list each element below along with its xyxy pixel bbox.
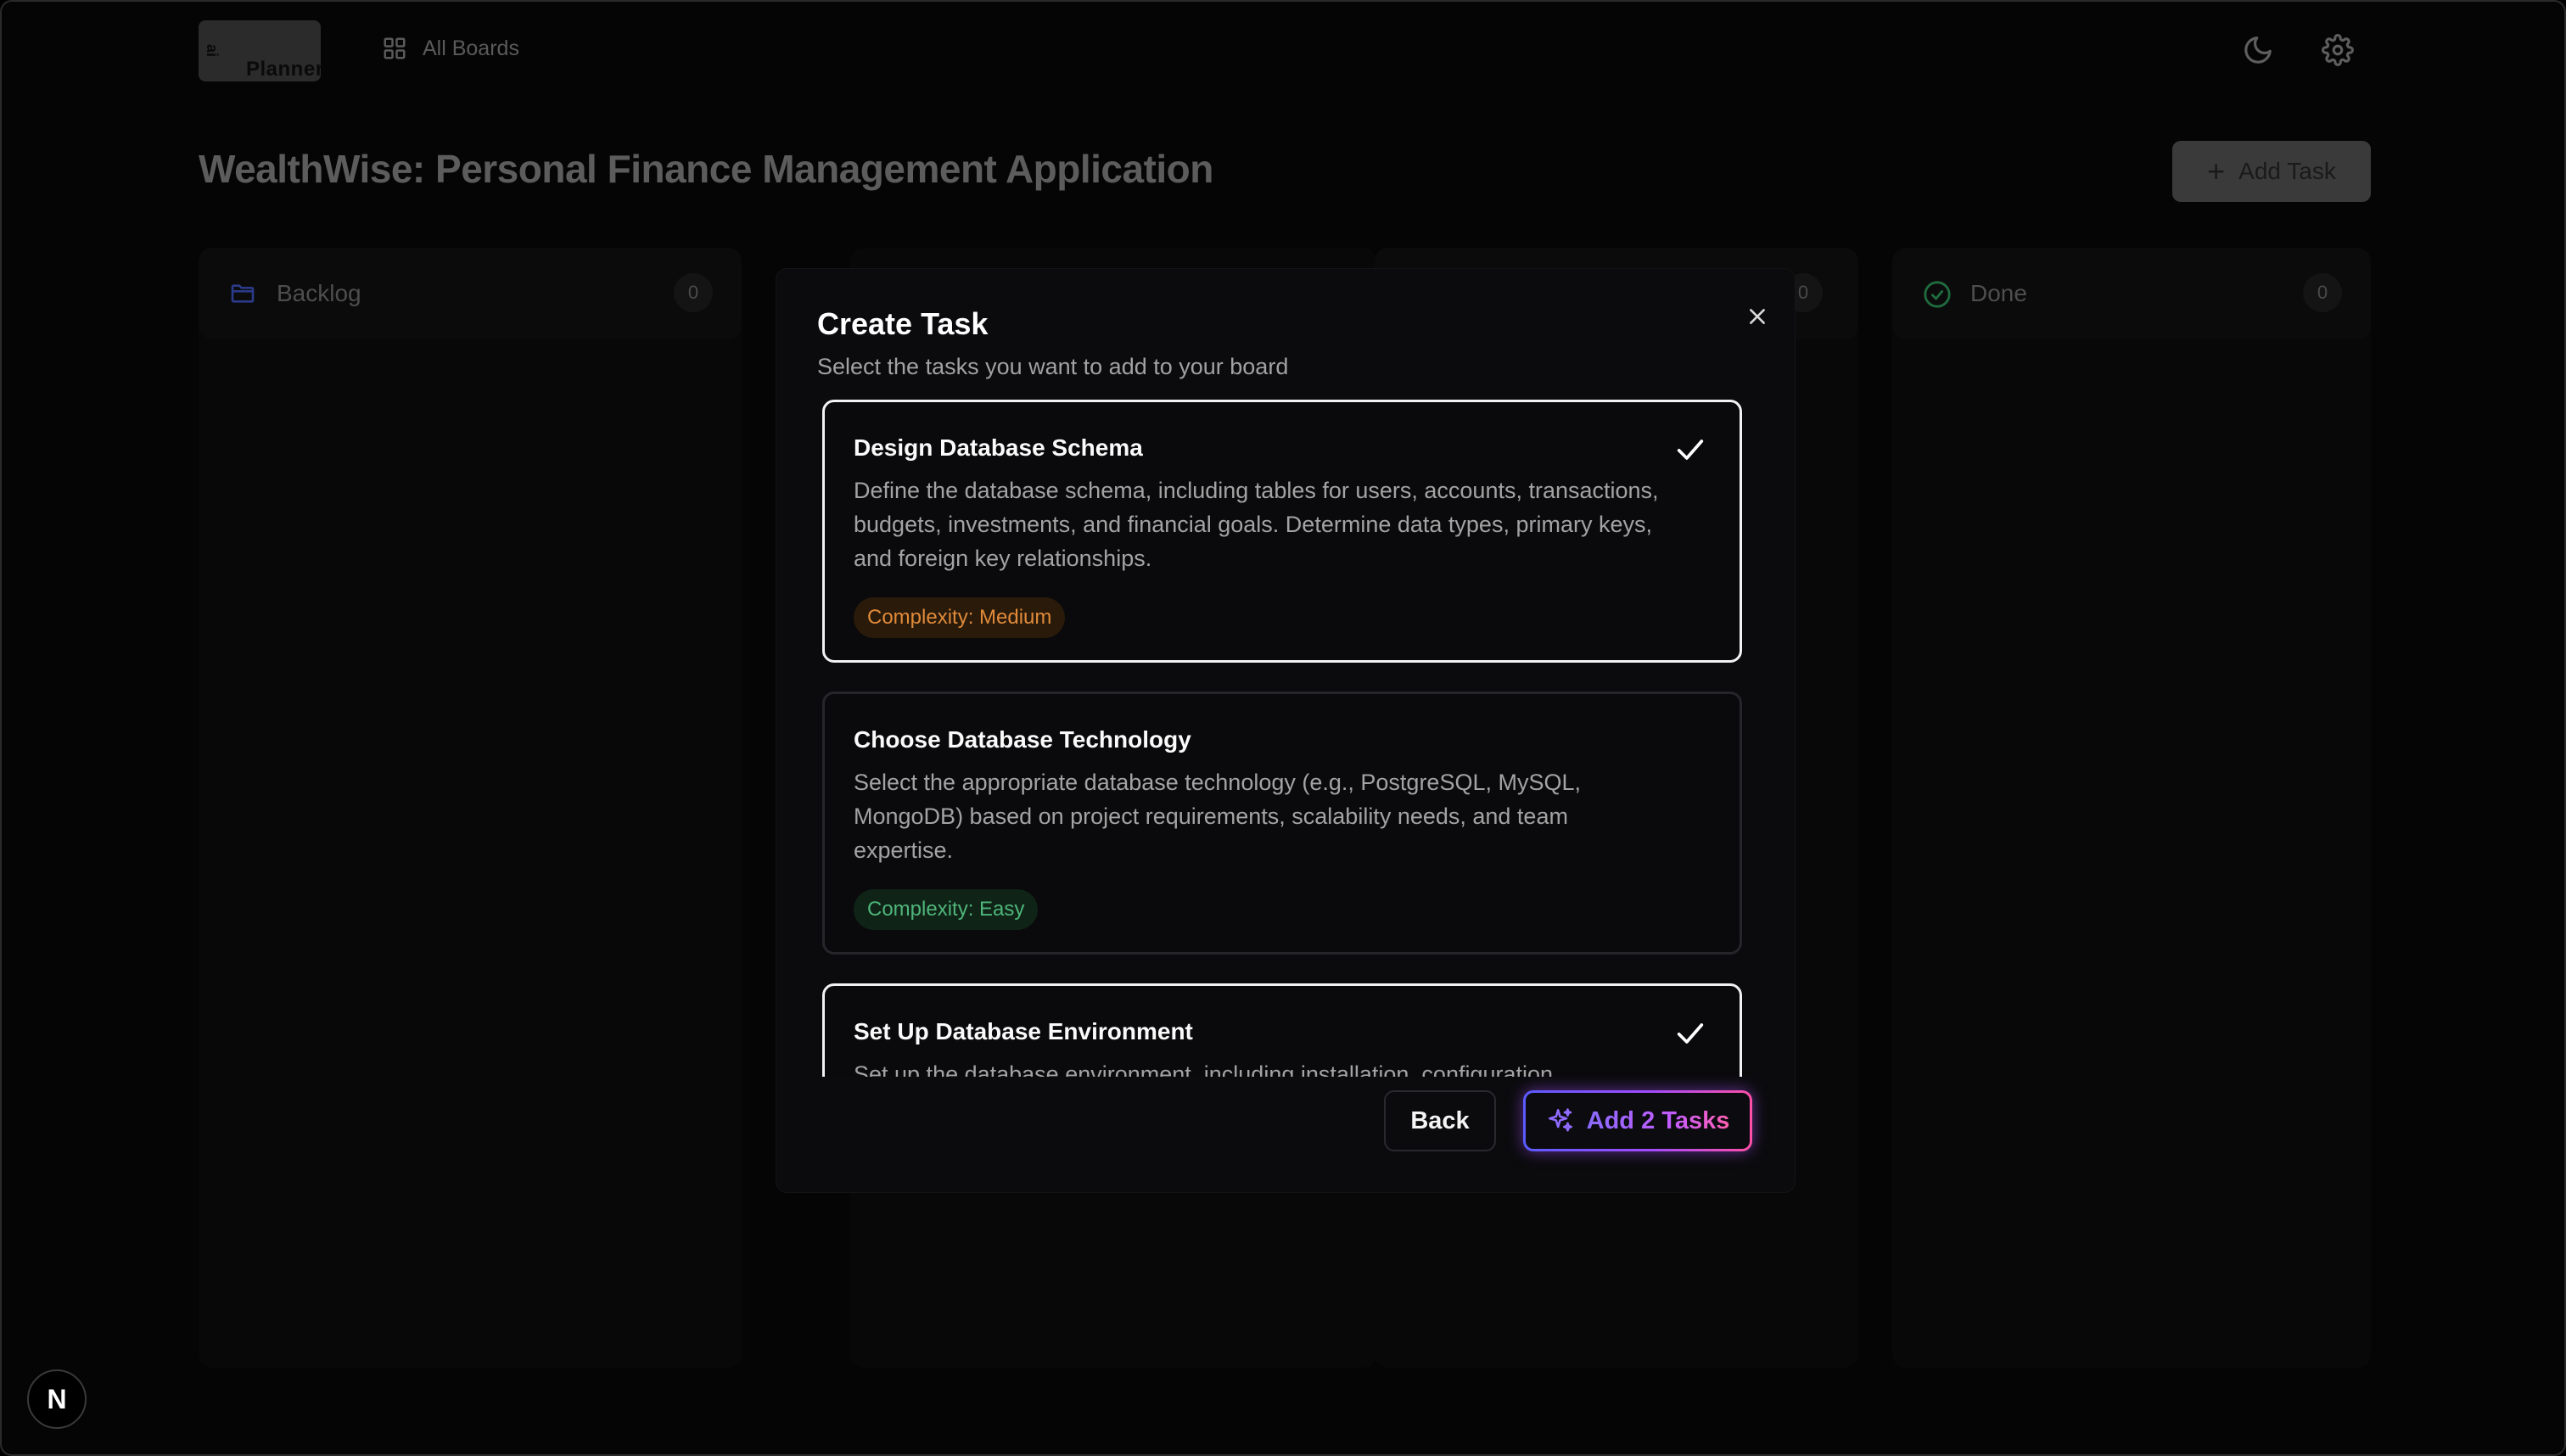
dialog-subtitle: Select the tasks you want to add to your… [817,354,1289,379]
all-boards-link[interactable]: All Boards [382,36,519,61]
back-button[interactable]: Back [1384,1090,1496,1151]
complexity-badge: Complexity: Medium [854,597,1066,638]
task-description: Select the appropriate database technolo… [854,770,1581,863]
add-task-label: Add Task [2238,158,2336,184]
page-title: WealthWise: Personal Finance Management … [199,147,1213,191]
task-card-selected[interactable]: Set Up Database Environment Set up the d… [822,983,1742,1077]
add-task-button[interactable]: + Add Task [2172,141,2371,202]
task-title: Set Up Database Environment [854,1018,1193,1044]
dialog-title: Create Task [817,306,989,341]
top-bar: ai Planner All Boards [2,2,2564,104]
column-count: 0 [2303,273,2342,312]
plus-icon: + [2207,154,2226,188]
task-card-selected[interactable]: Design Database Schema Define the databa… [822,400,1742,663]
all-boards-label: All Boards [423,36,519,60]
gear-icon[interactable] [2322,34,2354,66]
task-suggestion-list[interactable]: Design Database Schema Define the databa… [822,398,1749,1077]
check-icon [1677,1023,1704,1044]
task-title: Design Database Schema [854,434,1143,461]
app-window: ai Planner All Boards WealthWise: Person… [0,0,2566,1456]
app-logo[interactable]: ai Planner [199,20,321,81]
column-label: Done [1970,280,2027,306]
column-header: Done 0 [1892,248,2371,339]
create-task-dialog: Create Task Select the tasks you want to… [776,268,1796,1193]
folder-icon [231,284,255,303]
nextjs-badge[interactable]: N [27,1369,87,1429]
check-icon [1677,440,1704,460]
sparkles-icon [1548,1108,1572,1132]
column-backlog: Backlog 0 [199,248,742,1368]
task-title: Choose Database Technology [854,726,1191,753]
column-label: Backlog [277,280,361,306]
close-button[interactable] [1739,298,1776,335]
task-card[interactable]: Choose Database Technology Select the ap… [822,692,1742,955]
add-tasks-label: Add 2 Tasks [1586,1106,1730,1134]
add-tasks-button-inner: Add 2 Tasks [1526,1093,1750,1149]
logo-text: Planner [246,58,321,81]
grid-icon [384,37,406,59]
column-count: 0 [674,273,713,312]
column-header: Backlog 0 [199,248,742,339]
complexity-badge: Complexity: Easy [854,889,1039,930]
add-tasks-button[interactable]: Add 2 Tasks [1523,1090,1752,1151]
close-icon [1750,309,1765,324]
task-description: Set up the database environment, includi… [854,1061,1560,1077]
check-circle-icon [1924,281,1951,308]
column-done: Done 0 [1892,248,2371,1368]
moon-icon[interactable] [2242,34,2274,66]
logo-side-text: ai [204,44,221,58]
task-description: Define the database schema, including ta… [854,478,1659,571]
